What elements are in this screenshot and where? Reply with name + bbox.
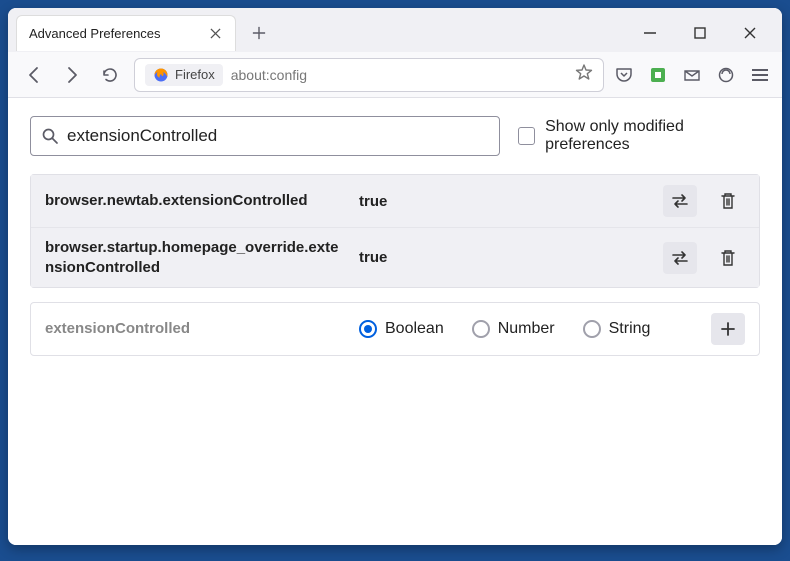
search-box[interactable] [30,116,500,156]
add-pref-section: extensionControlled Boolean Number Strin… [30,302,760,356]
checkbox-label: Show only modified preferences [545,118,760,154]
pocket-icon[interactable] [614,65,634,85]
extension-icon[interactable] [648,65,668,85]
radio-number[interactable]: Number [472,320,555,338]
bookmark-star-icon[interactable] [575,63,593,86]
radio-label: String [609,320,651,338]
plus-icon [720,321,736,337]
toggle-button[interactable] [663,185,697,217]
toggle-icon [670,250,690,266]
checkbox-icon [518,127,535,145]
hamburger-icon [750,65,770,85]
add-pref-row: extensionControlled Boolean Number Strin… [31,303,759,355]
pref-name: browser.startup.homepage_override.extens… [45,238,345,277]
trash-icon [720,192,736,210]
url-text: about:config [231,67,567,83]
tab-title: Advanced Preferences [29,26,207,41]
nav-toolbar: Firefox about:config [8,52,782,98]
url-bar[interactable]: Firefox about:config [134,58,604,92]
add-button[interactable] [711,313,745,345]
type-radio-group: Boolean Number String [359,320,697,338]
about-config-content: Show only modified preferences browser.n… [8,98,782,545]
show-modified-checkbox[interactable]: Show only modified preferences [518,118,760,154]
firefox-icon [153,67,169,83]
forward-button[interactable] [58,61,86,89]
toggle-icon [670,193,690,209]
close-tab-icon[interactable] [207,26,223,42]
radio-label: Number [498,320,555,338]
pref-value: true [359,249,649,266]
menu-button[interactable] [750,65,770,85]
pref-row: browser.startup.homepage_override.extens… [31,227,759,287]
shield-icon[interactable] [716,65,736,85]
toggle-button[interactable] [663,242,697,274]
radio-boolean[interactable]: Boolean [359,320,444,338]
new-tab-button[interactable] [244,18,274,48]
search-icon [41,127,59,145]
tab-bar: Advanced Preferences [8,8,782,52]
reload-button[interactable] [96,61,124,89]
radio-label: Boolean [385,320,444,338]
back-button[interactable] [20,61,48,89]
preference-list: browser.newtab.extensionControlled true … [30,174,760,288]
new-pref-name: extensionControlled [45,319,345,339]
pref-row: browser.newtab.extensionControlled true [31,175,759,227]
maximize-button[interactable] [690,23,710,43]
radio-icon [359,320,377,338]
active-tab[interactable]: Advanced Preferences [16,15,236,51]
delete-button[interactable] [711,242,745,274]
trash-icon [720,249,736,267]
search-row: Show only modified preferences [30,116,760,156]
close-window-button[interactable] [740,23,760,43]
radio-icon [583,320,601,338]
toolbar-icons [614,65,770,85]
mail-icon[interactable] [682,65,702,85]
identity-badge[interactable]: Firefox [145,64,223,86]
radio-icon [472,320,490,338]
pref-name: browser.newtab.extensionControlled [45,191,345,211]
window-controls [640,23,774,43]
browser-window: Advanced Preferences Firefox about:confi… [8,8,782,545]
search-input[interactable] [67,126,489,146]
pref-value: true [359,193,649,210]
minimize-button[interactable] [640,23,660,43]
radio-string[interactable]: String [583,320,651,338]
identity-label: Firefox [175,67,215,82]
delete-button[interactable] [711,185,745,217]
